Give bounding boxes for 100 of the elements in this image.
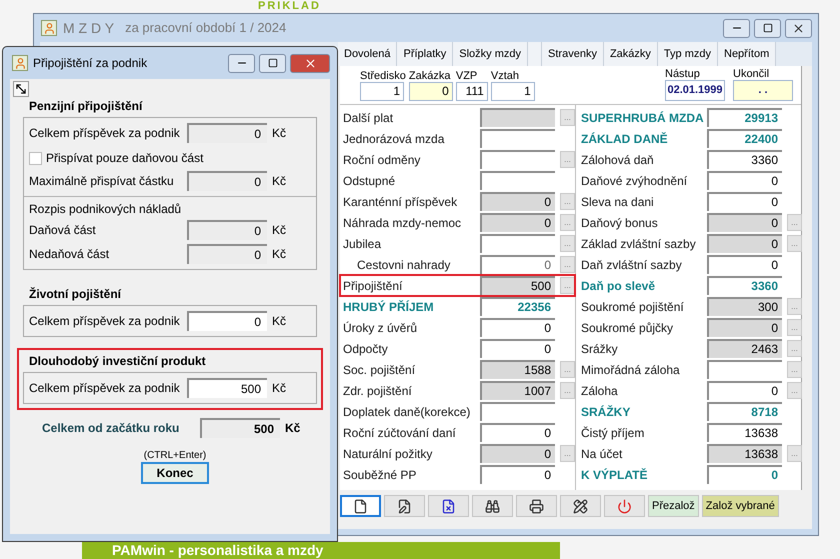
- value-field[interactable]: 0: [707, 465, 782, 484]
- tab[interactable]: Příplatky: [397, 42, 454, 66]
- input-field[interactable]: 0: [408, 82, 453, 101]
- value-field[interactable]: 0: [480, 423, 555, 442]
- value-field[interactable]: 13638: [707, 423, 782, 442]
- unit-label: Kč: [272, 380, 286, 397]
- value-field[interactable]: [480, 171, 555, 190]
- more-button[interactable]: ...: [787, 298, 802, 315]
- input-field[interactable]: 1: [360, 82, 404, 101]
- date-field[interactable]: 02.01.1999: [665, 80, 725, 101]
- value-field[interactable]: [480, 234, 555, 253]
- value-field[interactable]: 0: [707, 171, 782, 190]
- field-label: Na účet: [581, 446, 622, 462]
- value-field[interactable]: 2463: [707, 339, 782, 358]
- toolbar-button[interactable]: [560, 495, 601, 517]
- value-field[interactable]: 0: [480, 339, 555, 358]
- toolbar-button[interactable]: [384, 495, 425, 517]
- amount-field[interactable]: 0: [187, 171, 267, 191]
- amount-field[interactable]: 0: [187, 123, 267, 143]
- close-button[interactable]: [290, 54, 330, 72]
- value-field[interactable]: 0: [480, 318, 555, 337]
- more-button[interactable]: ...: [787, 340, 802, 357]
- more-button[interactable]: ...: [560, 382, 575, 399]
- more-button[interactable]: ...: [787, 382, 802, 399]
- value-field[interactable]: [707, 360, 782, 379]
- tab[interactable]: Dovolená: [338, 42, 398, 66]
- more-button[interactable]: ...: [560, 361, 575, 378]
- more-button[interactable]: ...: [560, 277, 575, 294]
- field-label: Odpočty: [343, 340, 388, 358]
- more-button[interactable]: ...: [560, 235, 575, 252]
- value-field[interactable]: [480, 108, 555, 127]
- field-label: Maximálně přispívat částku: [29, 173, 175, 190]
- tab[interactable]: Typ mzdy: [658, 42, 718, 66]
- amount-field[interactable]: 0: [187, 311, 267, 331]
- toolbar-button[interactable]: [428, 495, 469, 517]
- value-field[interactable]: 1007: [480, 381, 555, 400]
- value-field[interactable]: 300: [707, 297, 782, 316]
- value-field[interactable]: 22356: [480, 297, 555, 316]
- more-button[interactable]: ...: [560, 193, 575, 210]
- value-field[interactable]: 0: [707, 318, 782, 337]
- value-field[interactable]: 29913: [707, 108, 782, 127]
- value-field[interactable]: 0: [480, 465, 555, 484]
- group-caption: Rozpis podnikových nákladů: [29, 201, 182, 218]
- action-button[interactable]: Přezalož: [648, 495, 699, 517]
- amount-field[interactable]: 0: [187, 244, 267, 264]
- more-button[interactable]: ...: [787, 214, 802, 231]
- toolbar-button[interactable]: [340, 495, 381, 517]
- value-field[interactable]: 0: [707, 192, 782, 211]
- value-field[interactable]: 0: [707, 234, 782, 253]
- tab[interactable]: Složky mzdy: [453, 42, 528, 66]
- input-field[interactable]: 111: [456, 82, 488, 101]
- value-field[interactable]: 0: [480, 213, 555, 232]
- value-field[interactable]: 0: [480, 255, 555, 274]
- date-field[interactable]: . .: [733, 80, 793, 101]
- field-label: Další plat: [343, 110, 394, 126]
- value-field[interactable]: 13638: [707, 444, 782, 463]
- field-label: Soukromé půjčky: [581, 320, 674, 336]
- value-field[interactable]: 1588: [480, 360, 555, 379]
- window-subtitle: za pracovní období 1 / 2024: [125, 19, 288, 38]
- value-field[interactable]: [480, 402, 555, 421]
- value-field[interactable]: 0: [707, 381, 782, 400]
- more-button[interactable]: ...: [560, 445, 575, 462]
- value-field[interactable]: 3360: [707, 276, 782, 295]
- tab[interactable]: Zakázky: [604, 42, 658, 66]
- field-label: Soc. pojištění: [343, 362, 416, 378]
- more-button[interactable]: ...: [560, 256, 575, 273]
- value-field[interactable]: 0: [480, 192, 555, 211]
- value-field[interactable]: [480, 150, 555, 169]
- value-field[interactable]: 8718: [707, 402, 782, 421]
- more-button[interactable]: ...: [787, 361, 802, 378]
- close-dialog-button[interactable]: Konec: [141, 462, 209, 484]
- field-label: Daň po slevě: [581, 278, 656, 294]
- amount-field[interactable]: 500: [187, 378, 267, 398]
- action-button[interactable]: Založ vybrané: [702, 495, 779, 517]
- value-field[interactable]: 500: [480, 276, 555, 295]
- more-button[interactable]: ...: [787, 319, 802, 336]
- value-field[interactable]: 0: [480, 444, 555, 463]
- value-field[interactable]: 3360: [707, 150, 782, 169]
- close-button[interactable]: [785, 18, 812, 38]
- value-field[interactable]: 0: [707, 213, 782, 232]
- more-button[interactable]: ...: [560, 214, 575, 231]
- toolbar-button[interactable]: [472, 495, 513, 517]
- maximize-button[interactable]: [754, 18, 781, 38]
- value-field[interactable]: 22400: [707, 129, 782, 148]
- checkbox[interactable]: [29, 152, 42, 164]
- value-field[interactable]: [480, 129, 555, 148]
- unit-label: Kč: [272, 125, 286, 142]
- field-label: Daňový bonus: [581, 214, 658, 232]
- toolbar-button[interactable]: [516, 495, 557, 517]
- value-field[interactable]: 0: [707, 255, 782, 274]
- tab[interactable]: Stravenky: [542, 42, 604, 66]
- amount-field[interactable]: 0: [187, 220, 267, 240]
- more-button[interactable]: ...: [560, 109, 575, 126]
- more-button[interactable]: ...: [787, 235, 802, 252]
- input-field[interactable]: 1: [490, 82, 535, 101]
- more-button[interactable]: ...: [787, 445, 802, 462]
- tab[interactable]: Nepřítom: [718, 42, 776, 66]
- section-heading: Dlouhodobý investiční produkt: [28, 353, 207, 370]
- maximize-button[interactable]: [259, 54, 286, 72]
- more-button[interactable]: ...: [560, 151, 575, 168]
